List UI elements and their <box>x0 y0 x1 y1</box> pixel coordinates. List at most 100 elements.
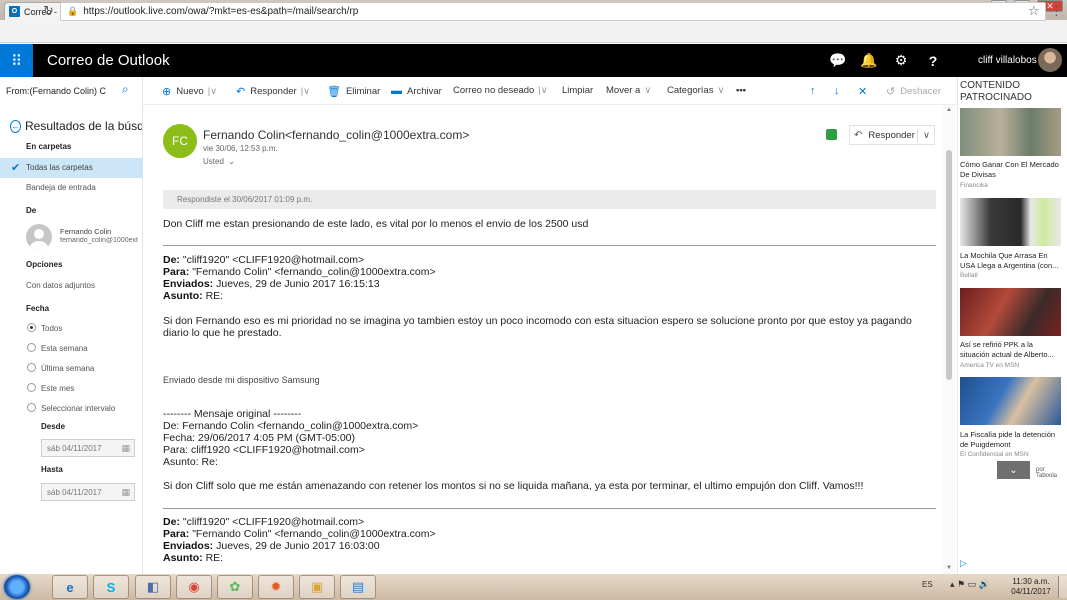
to-date-field[interactable]: sáb 04/11/2017 ▦ <box>41 483 135 501</box>
browser-menu-icon[interactable]: ⋮ <box>1050 3 1063 19</box>
move-to-button[interactable]: Mover a ∨ <box>606 85 651 96</box>
ad-image-backpack[interactable] <box>960 198 1061 246</box>
from-heading: De <box>26 206 37 215</box>
quoted-from: De: "cliff1920" <CLIFF1920@hotmail.com> <box>163 254 365 266</box>
chrome-icon[interactable]: ◉ <box>176 575 212 599</box>
date-option-this-week[interactable]: Esta semana <box>41 344 88 353</box>
delete-button[interactable]: 🗑 Eliminar <box>327 85 380 98</box>
quoted-to: Para: "Fernando Colin" <fernando_colin@1… <box>163 266 436 278</box>
reply-toolbar-button[interactable]: ↶ Responder |∨ <box>236 85 310 98</box>
quoted2-sent: Enviados: Jueves, 29 de Junio 2017 16:03… <box>163 540 380 552</box>
date-option-this-month[interactable]: Este mes <box>41 384 74 393</box>
bookmark-star-icon[interactable]: ☆ <box>1028 3 1040 19</box>
close-icon: ✕ <box>858 86 868 98</box>
reload-icon[interactable]: ↻ <box>43 3 54 19</box>
scroll-down-arrow-icon[interactable]: ▼ <box>946 565 952 571</box>
date-option-last-week[interactable]: Última semana <box>41 364 94 373</box>
radio-all[interactable] <box>27 323 36 332</box>
reply-arrow-icon: ↶ <box>236 86 246 98</box>
date-option-all[interactable]: Todos <box>41 324 62 333</box>
firefox-icon[interactable]: ✹ <box>258 575 294 599</box>
junk-button[interactable]: Correo no deseado |∨ <box>453 85 548 96</box>
close-message-button[interactable]: ✕ <box>858 85 872 98</box>
archive-button[interactable]: ▬ Archivar <box>391 85 442 97</box>
sent-from-device: Enviado desde mi dispositivo Samsung <box>163 375 320 385</box>
sweep-button[interactable]: Limpiar <box>562 85 593 96</box>
ad-image-person[interactable] <box>960 288 1061 336</box>
original-from: De: Fernando Colin <fernando_colin@1000e… <box>163 420 419 432</box>
app-icon[interactable]: ◧ <box>135 575 171 599</box>
app-title[interactable]: Correo de Outlook <box>47 52 170 69</box>
sponsored-heading: CONTENIDO PATROCINADO <box>960 80 1032 103</box>
calendar-icon[interactable]: ▦ <box>121 487 130 498</box>
back-arrow-icon[interactable]: ← <box>6 3 20 19</box>
url-input[interactable]: 🔒 https://outlook.live.com/owa/?mkt=es-e… <box>60 2 1046 21</box>
skype-icon[interactable]: S <box>93 575 129 599</box>
ad-text[interactable]: La Mochila Que Arrasa En USA Llega a Arg… <box>960 251 1064 271</box>
expand-chevron-icon[interactable]: ⌄ <box>228 157 235 166</box>
category-green-icon[interactable] <box>826 129 837 140</box>
ad-text[interactable]: La Fiscalía pide la detención de Puigdem… <box>960 430 1064 450</box>
sender-filter-email[interactable]: fernando_colin@1000extra.com <box>60 237 138 244</box>
language-indicator[interactable]: ES <box>922 580 933 589</box>
from-date-field[interactable]: sáb 04/11/2017 ▦ <box>41 439 135 457</box>
ad-text[interactable]: Así se refirió PPK a la situación actual… <box>960 340 1064 360</box>
to-date-label: Hasta <box>41 465 63 474</box>
taskbar-clock[interactable]: 11:30 a.m. 04/11/2017 <box>1008 577 1054 597</box>
previous-message-button[interactable]: ↑ <box>810 85 821 97</box>
radio-last-week[interactable] <box>27 363 36 372</box>
new-button[interactable]: ⊕ Nuevo |∨ <box>162 85 217 98</box>
radio-this-week[interactable] <box>27 343 36 352</box>
folder-inbox[interactable]: Bandeja de entrada <box>26 183 96 192</box>
more-ads-chevron-icon[interactable]: ⌄ <box>997 461 1030 479</box>
body-first-line: Don Cliff me estan presionando de este l… <box>163 218 589 230</box>
search-icon[interactable]: ⌕ <box>122 82 129 97</box>
search-input[interactable]: From:(Fernando Colin) C <box>6 82 138 100</box>
settings-gear-icon[interactable]: ⚙ <box>885 44 917 77</box>
help-icon[interactable]: ? <box>917 44 949 77</box>
date-heading: Fecha <box>26 304 50 313</box>
back-circle-icon[interactable]: ← <box>10 119 21 133</box>
more-actions-button[interactable]: ••• <box>736 85 746 96</box>
app-launcher-icon[interactable]: ⠿ <box>0 44 33 77</box>
adchoices-icon[interactable]: ▷ <box>960 558 967 569</box>
ad-image-banknote[interactable] <box>960 108 1061 156</box>
user-name[interactable]: cliff villalobos <box>978 55 1037 66</box>
radio-this-month[interactable] <box>27 383 36 392</box>
sender-filter-name[interactable]: Fernando Colin <box>60 227 111 236</box>
date-option-select-range[interactable]: Seleccionar intervalo <box>41 404 115 413</box>
message-from[interactable]: Fernando Colin<fernando_colin@1000extra.… <box>203 128 469 142</box>
window-app-icon[interactable]: ▤ <box>340 575 376 599</box>
scrollbar-thumb[interactable] <box>946 150 952 380</box>
message-to[interactable]: Usted ⌄ <box>203 157 235 166</box>
ad-image-politician[interactable] <box>960 377 1061 425</box>
reply-options-chevron-icon[interactable]: ∨ <box>923 130 930 141</box>
folder-all-folders[interactable]: ✔ Todas las carpetas <box>0 158 143 178</box>
skype-chat-icon[interactable]: 💬 <box>822 44 854 77</box>
calendar-icon[interactable]: ▦ <box>121 443 130 454</box>
forward-arrow-icon[interactable]: → <box>25 3 39 19</box>
option-with-attachments[interactable]: Con datos adjuntos <box>26 281 95 290</box>
search-results-caption[interactable]: ← Resultados de la búsqueda <box>10 119 142 133</box>
tray-icons[interactable]: ▴ ⚑ ▭ 🔊 <box>950 579 990 590</box>
next-message-button[interactable]: ↓ <box>834 85 845 97</box>
reply-button[interactable]: ↶ Responder ∨ <box>849 125 935 145</box>
start-button[interactable] <box>4 575 30 599</box>
trash-icon: 🗑 <box>327 86 341 98</box>
sender-initials-avatar[interactable]: FC <box>163 124 197 158</box>
message-date: vie 30/06, 12:53 p.m. <box>203 144 278 153</box>
categories-button[interactable]: Categorías ∨ <box>667 85 724 96</box>
internet-explorer-icon[interactable]: e <box>52 575 88 599</box>
user-avatar[interactable] <box>1038 48 1062 72</box>
undo-button[interactable]: ↺ Deshacer <box>886 85 941 98</box>
plus-circle-icon: ⊕ <box>162 86 172 98</box>
notifications-bell-icon[interactable]: 🔔 <box>853 44 885 77</box>
sender-avatar[interactable] <box>26 224 52 250</box>
taboola-credit[interactable]: por Taboola <box>1036 467 1067 479</box>
show-desktop-button[interactable] <box>1058 576 1067 598</box>
ad-text[interactable]: Cómo Ganar Con El Mercado De Divisas <box>960 160 1064 180</box>
file-explorer-icon[interactable]: ▣ <box>299 575 335 599</box>
scroll-up-arrow-icon[interactable]: ▲ <box>946 107 952 113</box>
radio-select-range[interactable] <box>27 403 36 412</box>
app-icon[interactable]: ✿ <box>217 575 253 599</box>
